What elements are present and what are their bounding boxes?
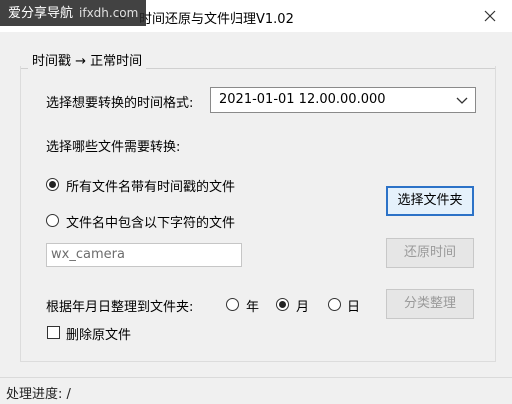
radio-day-label: 日 <box>347 300 361 315</box>
organize-label: 根据年月日整理到文件夹: <box>46 300 194 315</box>
radio-month[interactable] <box>276 298 289 311</box>
window-title: 时间还原与文件归理V1.02 <box>139 12 294 27</box>
close-icon <box>484 10 496 22</box>
radio-year-label: 年 <box>246 300 260 315</box>
watermark-text: 爱分享导航 <box>8 6 74 21</box>
radio-contains-files[interactable] <box>46 214 59 227</box>
select-folder-button[interactable]: 选择文件夹 <box>386 186 474 216</box>
filter-text-input[interactable]: wx_camera <box>46 243 242 267</box>
watermark-site: ifxdh.com <box>79 6 139 20</box>
group-title: 时间戳 → 正常时间 <box>28 50 147 69</box>
status-separator <box>0 377 512 378</box>
format-selected-value: 2021-01-01 12.00.00.000 <box>219 92 386 107</box>
radio-year[interactable] <box>226 298 239 311</box>
close-button[interactable] <box>476 4 504 28</box>
restore-time-button[interactable]: 还原时间 <box>386 238 474 268</box>
radio-all-files-label: 所有文件名带有时间戳的文件 <box>66 180 236 195</box>
radio-contains-files-label: 文件名中包含以下字符的文件 <box>66 216 236 231</box>
radio-day[interactable] <box>328 298 341 311</box>
files-label: 选择哪些文件需要转换: <box>46 140 181 155</box>
radio-all-files[interactable] <box>46 178 59 191</box>
format-label: 选择想要转换的时间格式: <box>46 96 194 111</box>
status-text: 处理进度: / <box>6 387 71 402</box>
radio-month-label: 月 <box>296 300 310 315</box>
chevron-down-icon <box>456 97 468 104</box>
watermark-banner: 爱分享导航 ifxdh.com <box>0 0 147 26</box>
delete-original-label: 删除原文件 <box>66 328 132 343</box>
delete-original-checkbox[interactable] <box>47 326 60 339</box>
format-dropdown[interactable]: 2021-01-01 12.00.00.000 <box>210 87 476 113</box>
classify-button[interactable]: 分类整理 <box>386 289 474 319</box>
